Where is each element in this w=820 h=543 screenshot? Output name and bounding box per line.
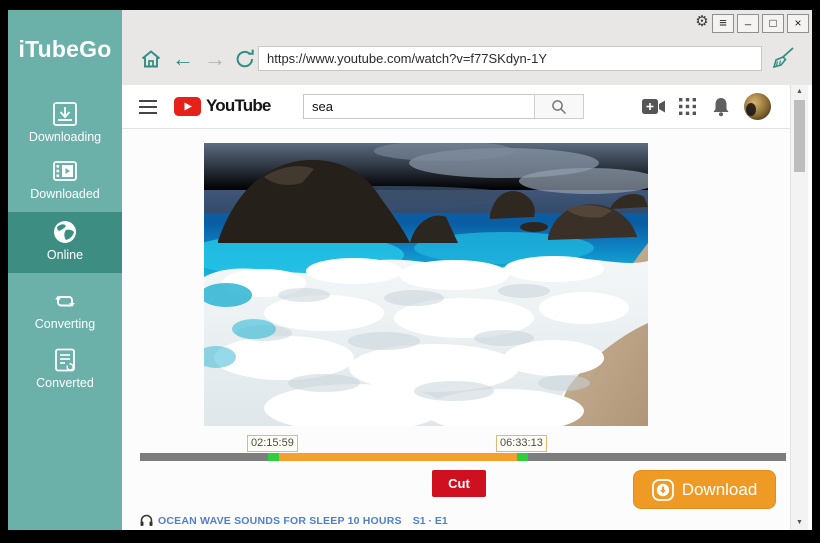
end-time-label[interactable]: 06:33:13 — [496, 435, 547, 452]
trim-end-handle[interactable] — [517, 453, 528, 461]
cut-button[interactable]: Cut — [432, 470, 486, 497]
download-icon — [652, 479, 674, 501]
broom-icon — [770, 45, 796, 71]
sidebar: iTubeGo Downloading — [8, 10, 122, 530]
close-button[interactable]: × — [787, 14, 809, 33]
sidebar-item-label: Downloaded — [8, 187, 122, 201]
search-icon — [551, 99, 567, 115]
youtube-play-icon — [174, 97, 201, 116]
episode-label: S1 · E1 — [413, 515, 448, 527]
video-thumbnail[interactable] — [204, 143, 648, 426]
scrollbar-thumb[interactable] — [794, 100, 805, 172]
sidebar-item-label: Downloading — [8, 130, 122, 144]
sidebar-item-downloading[interactable]: Downloading — [8, 96, 122, 156]
loop-arrows-icon — [51, 287, 79, 315]
sidebar-item-label: Converted — [8, 376, 122, 390]
download-button-label: Download — [682, 480, 758, 500]
download-button[interactable]: Download — [633, 470, 776, 509]
screenshot-root: ⚙ ≡ _ □ × iTubeGo Downloading — [0, 0, 820, 543]
app-logo: iTubeGo — [8, 36, 122, 63]
sidebar-item-label: Online — [8, 248, 122, 262]
refresh-icon — [233, 47, 257, 71]
page-scrollbar[interactable]: ▲ ▼ — [790, 85, 808, 530]
youtube-search-button[interactable] — [534, 94, 584, 119]
sidebar-item-converted[interactable]: Converted — [8, 342, 122, 402]
now-playing[interactable]: OCEAN WAVE SOUNDS FOR SLEEP 10 HOURS S1 … — [140, 514, 448, 527]
globe-icon — [51, 218, 79, 246]
film-icon — [51, 157, 79, 185]
headphones-icon — [140, 514, 153, 527]
start-time-label[interactable]: 02:15:59 — [247, 435, 298, 452]
apps-grid-icon[interactable] — [679, 98, 696, 115]
trim-start-handle[interactable] — [268, 453, 279, 461]
settings-gear-icon[interactable]: ⚙ — [692, 12, 712, 32]
hamburger-menu-icon[interactable] — [138, 98, 158, 116]
trim-selected-range[interactable] — [279, 453, 517, 461]
youtube-search-input[interactable] — [303, 94, 535, 119]
menu-button[interactable]: ≡ — [712, 14, 734, 33]
download-tray-icon — [51, 100, 79, 128]
back-button[interactable]: ← — [170, 47, 196, 73]
sidebar-item-online[interactable]: Online — [8, 212, 122, 273]
sidebar-item-converting[interactable]: Converting — [8, 283, 122, 343]
home-button[interactable] — [138, 47, 164, 73]
track-title: OCEAN WAVE SOUNDS FOR SLEEP 10 HOURS — [158, 515, 402, 527]
profile-avatar[interactable] — [744, 93, 771, 120]
youtube-logo[interactable]: YouTube — [174, 96, 271, 116]
forward-button[interactable]: → — [202, 47, 228, 73]
document-icon — [51, 346, 79, 374]
sidebar-item-downloaded[interactable]: Downloaded — [8, 153, 122, 213]
trim-slider-track[interactable] — [140, 453, 786, 461]
maximize-button[interactable]: □ — [762, 14, 784, 33]
youtube-logo-text: YouTube — [206, 96, 271, 116]
scroll-down-icon[interactable]: ▼ — [791, 519, 808, 526]
clear-browser-button[interactable] — [770, 45, 796, 71]
create-video-icon[interactable] — [642, 98, 666, 115]
notifications-bell-icon[interactable] — [712, 96, 730, 117]
refresh-button[interactable] — [232, 47, 258, 73]
app-window: ⚙ ≡ _ □ × iTubeGo Downloading — [8, 10, 812, 530]
scroll-up-icon[interactable]: ▲ — [791, 88, 808, 95]
home-icon — [139, 47, 163, 71]
minimize-button[interactable]: _ — [737, 14, 759, 33]
sidebar-item-label: Converting — [8, 317, 122, 331]
browser-viewport: YouTube — [122, 85, 812, 530]
url-input[interactable] — [258, 46, 762, 71]
youtube-header: YouTube — [122, 85, 790, 129]
